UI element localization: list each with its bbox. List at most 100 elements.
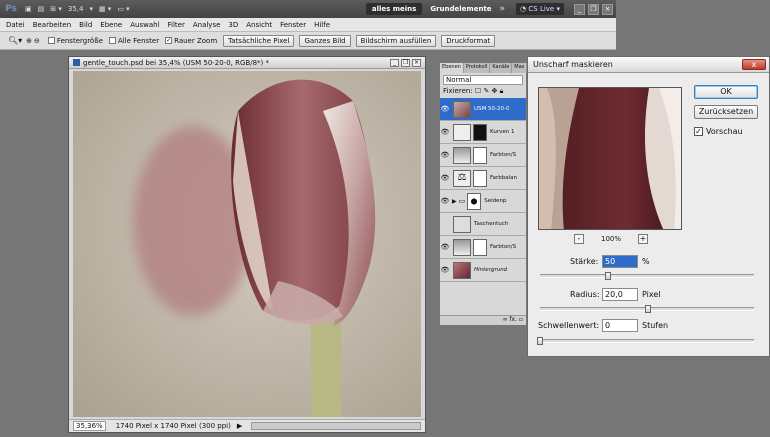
workspace-alles-meins[interactable]: alles meins (365, 3, 423, 15)
blend-mode-select[interactable]: Normal (443, 75, 523, 85)
resize-windows-checkbox[interactable]: Fenstergröße (47, 37, 103, 45)
zoom-dropdown-arrow-icon[interactable]: ▾ (89, 5, 93, 13)
color-balance-icon: ⚖ (453, 169, 471, 187)
document-title: gentle_touch.psd bei 35,4% (USM 50-20-0,… (83, 58, 269, 67)
ok-button[interactable]: OK (694, 85, 758, 99)
tab-masken[interactable]: Mas (512, 63, 528, 73)
document-window: gentle_touch.psd bei 35,4% (USM 50-20-0,… (68, 56, 426, 433)
visibility-eye-icon[interactable]: 👁︎ (440, 174, 450, 182)
layer-row[interactable]: 👁︎ ⚖ Farbbalan (440, 167, 526, 190)
layer-row[interactable]: 👁︎ Hintergrund (440, 259, 526, 282)
actual-pixels-button[interactable]: Tatsächliche Pixel (223, 34, 295, 47)
visibility-eye-icon[interactable]: 👁︎ (440, 105, 450, 113)
radius-slider-thumb[interactable] (644, 305, 651, 313)
zoom-in-button[interactable]: + (637, 234, 648, 244)
hue-saturation-icon (453, 146, 471, 164)
amount-field[interactable]: 50 (602, 255, 638, 268)
preview-checkbox[interactable]: ✓ Vorschau (694, 127, 743, 136)
workspace-essentials[interactable]: Grundelemente (430, 5, 491, 13)
fx-icon[interactable]: fx. (509, 316, 517, 323)
layer-row[interactable]: 👁︎ Farbton/S (440, 144, 526, 167)
status-zoom[interactable]: 35,36% (73, 421, 106, 431)
horizontal-scrollbar[interactable] (251, 422, 421, 430)
restore-icon[interactable]: ❐ (588, 3, 599, 15)
amount-slider-track[interactable] (540, 274, 754, 278)
document-canvas[interactable] (73, 71, 421, 417)
menu-hilfe[interactable]: Hilfe (314, 21, 330, 29)
zoom-level-dropdown[interactable]: 35,4 (68, 5, 84, 13)
menu-fenster[interactable]: Fenster (280, 21, 306, 29)
layer-thumbnail (453, 261, 471, 279)
lock-all-icon[interactable]: 🔒︎ (500, 87, 504, 95)
zoom-in-icon[interactable]: ⊕ (26, 37, 32, 45)
minimize-icon[interactable]: _ (574, 3, 585, 15)
document-restore-icon[interactable]: ❐ (401, 58, 410, 67)
more-workspaces-icon[interactable]: » (500, 4, 506, 14)
threshold-slider-track[interactable] (540, 339, 754, 343)
fill-screen-button[interactable]: Bildschirm ausfüllen (355, 34, 437, 47)
close-icon[interactable]: × (602, 3, 613, 15)
lock-move-icon[interactable]: ✥ (492, 87, 498, 95)
layer-row[interactable]: Taschentuch (440, 213, 526, 236)
launch-minibridge-icon[interactable]: ▤ (38, 5, 45, 13)
threshold-slider-thumb[interactable] (537, 337, 543, 345)
layer-row[interactable]: 👁︎ Kurven 1 (440, 121, 526, 144)
menu-bar: Datei Bearbeiten Bild Ebene Auswahl Filt… (0, 18, 616, 32)
document-minimize-icon[interactable]: _ (390, 58, 399, 67)
lock-transparency-icon[interactable]: ☐ (475, 87, 481, 95)
document-close-icon[interactable]: × (412, 58, 421, 67)
arrange-documents-icon[interactable]: ▦ ▾ (99, 5, 111, 13)
group-expand-icon[interactable]: ▶ (452, 198, 457, 205)
layer-name: Taschentuch (474, 221, 509, 227)
visibility-eye-icon[interactable]: 👁︎ (440, 243, 450, 251)
new-layer-icon[interactable]: ▫ (519, 316, 523, 323)
zoom-tool-icon[interactable]: 🔍︎▾ (8, 36, 22, 45)
scrubby-zoom-checkbox[interactable]: ✓ Rauer Zoom (165, 37, 217, 45)
threshold-field[interactable]: 0 (602, 319, 638, 332)
visibility-eye-icon[interactable]: 👁︎ (440, 128, 450, 136)
menu-3d[interactable]: 3D (228, 21, 238, 29)
menu-analyse[interactable]: Analyse (193, 21, 221, 29)
menu-bearbeiten[interactable]: Bearbeiten (33, 21, 71, 29)
visibility-eye-icon[interactable]: 👁︎ (440, 266, 450, 274)
radius-field[interactable]: 20,0 (602, 288, 638, 301)
lock-brush-icon[interactable]: ✎ (483, 87, 489, 95)
all-windows-checkbox[interactable]: Alle Fenster (108, 37, 159, 45)
layer-row[interactable]: 👁︎ ▶ ▭ Seidenp (440, 190, 526, 213)
menu-ansicht[interactable]: Ansicht (246, 21, 272, 29)
menu-filter[interactable]: Filter (168, 21, 185, 29)
reset-button[interactable]: Zurücksetzen (694, 105, 758, 119)
launch-bridge-icon[interactable]: ▣ (25, 5, 32, 13)
cs-live-button[interactable]: ◔ CS Live ▾ (516, 3, 564, 15)
dialog-title: Unscharf maskieren (533, 60, 613, 69)
zoom-out-button[interactable]: - (574, 234, 584, 244)
visibility-eye-icon[interactable]: 👁︎ (440, 197, 450, 205)
tab-protokoll[interactable]: Protokoll (464, 63, 491, 73)
zoom-out-icon[interactable]: ⊖ (34, 37, 40, 45)
dialog-title-bar[interactable]: Unscharf maskieren (528, 57, 769, 73)
checkbox-box: ✓ (165, 37, 173, 44)
document-title-bar[interactable]: gentle_touch.psd bei 35,4% (USM 50-20-0,… (69, 57, 425, 69)
fit-screen-button[interactable]: Ganzes Bild (299, 34, 351, 47)
filter-preview[interactable] (538, 87, 682, 230)
options-bar: 🔍︎▾ ⊕ ⊖ Fenstergröße Alle Fenster ✓ Rauer… (0, 32, 616, 50)
layer-row[interactable]: 👁︎ Farbton/S (440, 236, 526, 259)
tab-kanaele[interactable]: Kanäle (490, 63, 513, 73)
menu-auswahl[interactable]: Auswahl (130, 21, 159, 29)
print-size-button[interactable]: Druckformat (441, 34, 496, 47)
layer-row[interactable]: 👁︎ USM 50-20-0 (440, 98, 526, 121)
screen-mode-icon[interactable]: ▭ ▾ (117, 5, 129, 13)
layers-panel: Ebenen Protokoll Kanäle Mas Normal Fixie… (439, 62, 528, 326)
layer-name: USM 50-20-0 (474, 106, 510, 112)
tab-ebenen[interactable]: Ebenen (440, 63, 464, 73)
menu-bild[interactable]: Bild (79, 21, 92, 29)
layer-mask-thumbnail (473, 123, 487, 141)
status-arrow-icon[interactable]: ▶ (237, 422, 242, 430)
menu-datei[interactable]: Datei (6, 21, 25, 29)
view-extras-icon[interactable]: ⊞ ▾ (50, 5, 62, 13)
amount-slider-thumb[interactable] (604, 272, 611, 280)
menu-ebene[interactable]: Ebene (100, 21, 122, 29)
visibility-eye-icon[interactable]: 👁︎ (440, 151, 450, 159)
checkbox-box (47, 37, 55, 44)
dialog-close-icon[interactable]: x (742, 59, 766, 70)
